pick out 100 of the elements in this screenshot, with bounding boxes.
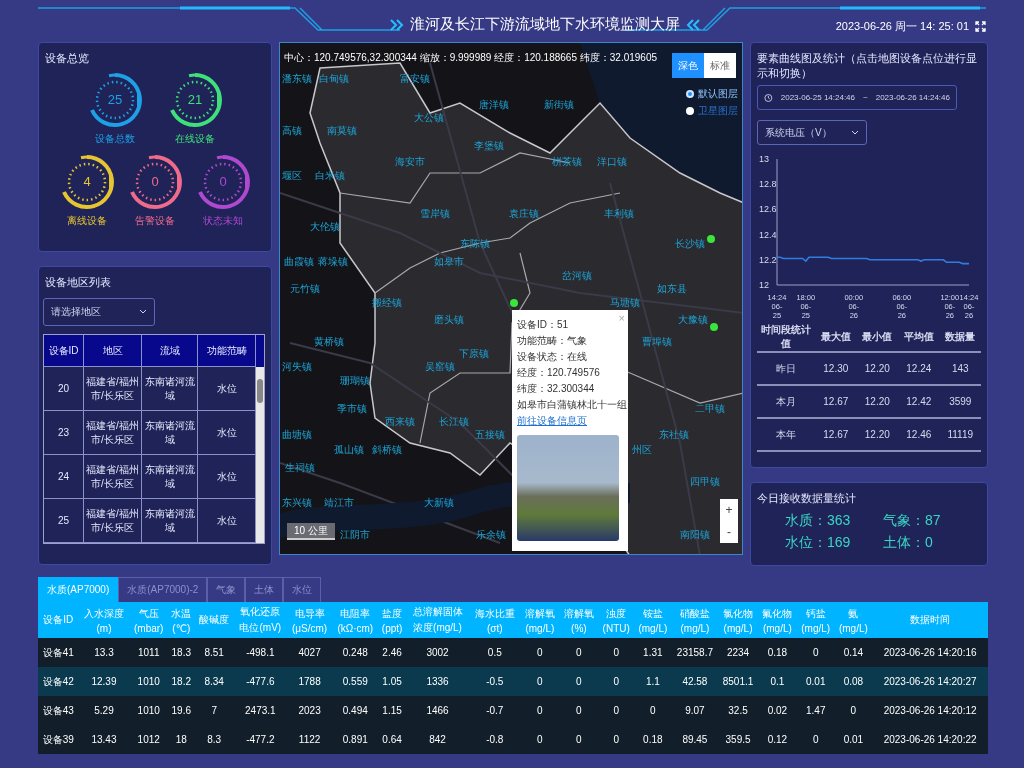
table-cell: -477.2 (233, 725, 287, 754)
map-place-label: 大豫镇 (678, 313, 708, 327)
table-cell: 8501.1 (718, 667, 758, 696)
table-cell-text: 12.20 (863, 363, 891, 374)
map-place-label: 西来镇 (385, 415, 415, 429)
table-cell: 3002 (405, 638, 470, 667)
table-cell: 1.05 (378, 667, 406, 696)
column-header: 设备ID (44, 335, 84, 367)
table-cell-text: 12.67 (822, 396, 850, 407)
table-cell: -0.7 (469, 696, 521, 725)
map-place-label: 蒋垛镇 (318, 255, 348, 269)
map-place-label: 州区 (632, 443, 652, 457)
gauge-label: 状态未知 (203, 214, 243, 228)
datetime-text: 2023-06-26 周一 14: 25: 01 (835, 19, 969, 34)
column-header: 酸碱度 (194, 602, 234, 638)
table-cell: 1466 (405, 696, 470, 725)
table-cell: 1011 (129, 638, 168, 667)
fullscreen-icon[interactable] (975, 21, 986, 32)
table-cell: 23158.7 (671, 638, 719, 667)
table-cell: 0 (634, 696, 672, 725)
map-marker[interactable] (510, 299, 518, 307)
table-cell: 0.08 (834, 667, 873, 696)
table-cell: 福建省/福州市/长乐区 (84, 499, 142, 543)
table-cell: 1012 (129, 725, 168, 754)
radio-button[interactable] (686, 107, 694, 115)
table-cell: 2023-06-26 14:20:22 (872, 725, 988, 754)
column-header: 时间段统计值 (760, 323, 813, 351)
table-cell-text: 12.24 (905, 363, 933, 374)
table-cell: 设备43 (38, 696, 79, 725)
table-cell: 0 (520, 725, 560, 754)
table-cell: 东南诸河流域 (142, 367, 198, 411)
column-header: 气压 (mbar) (129, 602, 168, 638)
map-marker[interactable] (710, 323, 718, 331)
gauge-label: 告警设备 (135, 214, 175, 228)
map-place-label: 白甸镇 (319, 72, 349, 86)
device-info-link[interactable]: 前往设备信息页 (517, 413, 587, 429)
radio-button[interactable] (686, 90, 694, 98)
table-cell-text: 12.67 (822, 429, 850, 440)
column-header: 功能范畴 (198, 335, 256, 367)
layer-label[interactable]: 默认图层 (698, 87, 738, 101)
gauge-label: 在线设备 (175, 132, 215, 146)
map-place-label: 吴窑镇 (425, 360, 455, 374)
map-place-label: 五接镇 (475, 428, 505, 442)
metric-select[interactable]: 系统电压（V） (757, 120, 867, 145)
scrollbar-thumb[interactable] (257, 379, 263, 403)
table-cell: 18.2 (167, 667, 195, 696)
table-cell-text: 143 (950, 363, 970, 374)
table-cell: 0.14 (834, 638, 873, 667)
map-place-label: 东兴镇 (282, 496, 312, 510)
table-cell-text: 3599 (948, 396, 973, 407)
table-cell: 13.3 (78, 638, 130, 667)
table-cell: 0.5 (469, 638, 521, 667)
table-cell: 5.29 (78, 696, 130, 725)
table-cell-text: 昨日 (775, 361, 798, 376)
map-style-button[interactable]: 深色 (672, 53, 704, 78)
table-cell: 东南诸河流域 (142, 499, 198, 543)
map-place-label: 堰区 (282, 169, 302, 183)
gauge-value: 0 (150, 174, 160, 189)
map-place-label: 河失镇 (282, 360, 312, 374)
layer-label[interactable]: 卫星图层 (698, 104, 738, 118)
region-select[interactable]: 请选择地区 (43, 298, 155, 326)
map-place-label: 高镇 (282, 124, 302, 138)
table-cell: 8.3 (194, 725, 234, 754)
popup-text: 功能范畴：气象 (517, 334, 587, 348)
table-cell: 东南诸河流域 (142, 411, 198, 455)
column-header: 钙盐 (mg/L) (796, 602, 835, 638)
map-place-label: 岔河镇 (562, 269, 592, 283)
column-header: 电阻率 (kΩ·cm) (332, 602, 379, 638)
map-place-label: 下原镇 (459, 347, 489, 361)
chevron-right-icon (390, 17, 404, 32)
table-cell: -498.1 (233, 638, 287, 667)
map-style-button[interactable]: 标准 (704, 53, 736, 78)
column-header: 数据时间 (872, 602, 988, 638)
date-range-field[interactable]: 2023-06-25 14:24:46 ~ 2023-06-26 14:24:46 (757, 85, 957, 110)
map-place-label: 生祠镇 (285, 461, 315, 475)
table-cell: 2023 (286, 696, 333, 725)
table-cell: 1336 (405, 667, 470, 696)
map-place-label: 孤山镇 (334, 443, 364, 457)
table-cell: 4027 (286, 638, 333, 667)
map-place-label: 潘东镇 (282, 72, 312, 86)
table-cell: 0.02 (757, 696, 797, 725)
map-coordinates-text: 中心：120.749576,32.300344 缩放：9.999989 经度：120.188665 纬度：32.019605 (284, 51, 658, 65)
map-place-label: 雪岸镇 (420, 207, 450, 221)
gauge-value: 25 (106, 92, 124, 107)
page-title: 淮河及长江下游流域地下水环境监测大屏 (410, 15, 680, 34)
map-place-label: 曹埠镇 (642, 335, 672, 349)
popup-text: 设备ID：51 (517, 318, 569, 332)
table-cell: 9.07 (671, 696, 719, 725)
column-header: 氧化还原 电位(mV) (233, 602, 287, 638)
panel-title: 要素曲线图及统计（点击地图设备点位进行显示和切换） (757, 51, 978, 81)
table-cell: 8.34 (194, 667, 234, 696)
map-place-label: 四甲镇 (690, 475, 720, 489)
table-cell: 0.12 (757, 725, 797, 754)
map-marker[interactable] (707, 235, 715, 243)
column-header: 海水比重 (σt) (469, 602, 521, 638)
start-date-text: 2023-06-25 14:24:46 (780, 93, 856, 102)
table-cell: 福建省/福州市/长乐区 (84, 455, 142, 499)
scrollbar[interactable] (256, 367, 264, 543)
table-cell-text: 12.20 (863, 429, 891, 440)
scale-bar: 10 公里 (287, 523, 335, 540)
